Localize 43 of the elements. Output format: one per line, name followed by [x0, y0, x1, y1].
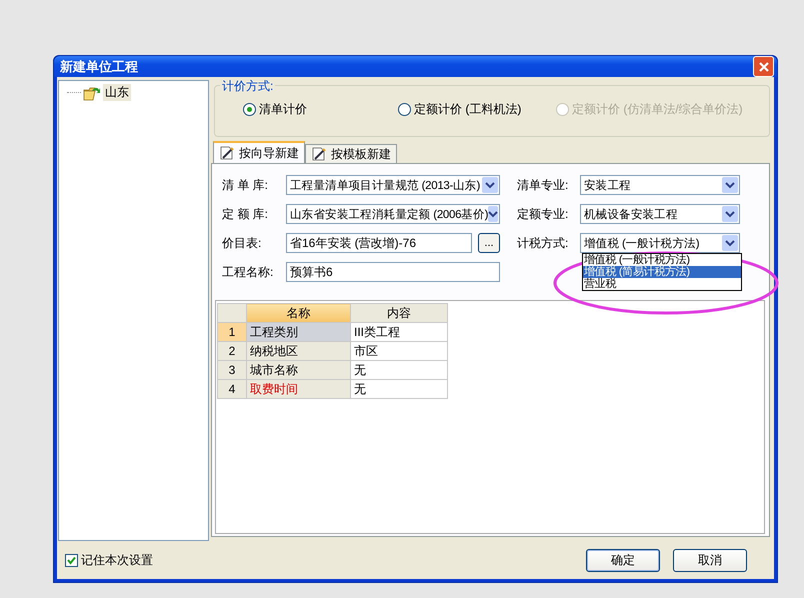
dropdown-field[interactable]: 工程量清单项目计量规范 (2013-山东): [286, 175, 500, 195]
table-cell[interactable]: 无: [350, 380, 448, 398]
radio-label: 定额计价 (工料机法): [414, 101, 522, 117]
column-header: 名称: [246, 304, 350, 322]
radio-label: 定额计价 (仿清单法/综合单价法): [572, 101, 743, 117]
field-label: 工程名称:: [222, 264, 274, 280]
tab[interactable]: 按向导新建: [213, 141, 305, 163]
column-header: 内容: [350, 304, 448, 322]
table-cell[interactable]: 工程类别: [246, 322, 350, 342]
field-label: 定 额 库:: [222, 206, 270, 222]
field-label: 清 单 库:: [222, 176, 270, 194]
group-label: 计价方式:: [220, 78, 276, 95]
row-number: 2: [218, 342, 246, 360]
input-field[interactable]: 省16年安装 (营改增)-76: [286, 233, 472, 253]
table-cell[interactable]: 取费时间: [246, 380, 350, 398]
input-field[interactable]: 预算书6: [286, 262, 500, 282]
dropdown-option[interactable]: 营业税: [583, 278, 741, 290]
cancel-button[interactable]: 取消: [673, 548, 747, 572]
dropdown-field[interactable]: 山东省安装工程消耗量定额 (2006基价): [286, 204, 500, 224]
tree-item[interactable]: 山东: [103, 84, 131, 101]
checkbox-label: 记住本次设置: [81, 552, 153, 568]
dropdown-option[interactable]: 增值税 (简易计税方法): [583, 266, 741, 278]
ok-button[interactable]: 确定: [586, 548, 660, 572]
dropdown-field[interactable]: 机械设备安装工程: [580, 204, 740, 224]
table-cell[interactable]: 纳税地区: [246, 342, 350, 360]
row-number: 3: [218, 360, 246, 380]
table-cell[interactable]: III类工程: [350, 322, 448, 342]
dropdown-field[interactable]: 增值税 (一般计税方法): [580, 233, 740, 253]
browse-button[interactable]: ...: [478, 233, 500, 253]
row-number: 1: [218, 322, 246, 342]
field-label: 定额专业:: [517, 206, 570, 222]
tab[interactable]: 按模板新建: [305, 144, 397, 163]
window-title: 新建单位工程: [60, 58, 138, 76]
field-label: 价目表:: [222, 234, 262, 252]
radio-label: 清单计价: [259, 101, 307, 117]
table-cell[interactable]: 城市名称: [246, 360, 350, 380]
table-cell[interactable]: 无: [350, 360, 448, 380]
table-cell[interactable]: 市区: [350, 342, 448, 360]
dropdown-field[interactable]: 安装工程: [580, 175, 740, 195]
row-number: 4: [218, 380, 246, 398]
field-label: 计税方式:: [517, 234, 570, 252]
dropdown-option[interactable]: 增值税 (一般计税方法): [583, 254, 741, 266]
field-label: 清单专业:: [517, 176, 570, 194]
